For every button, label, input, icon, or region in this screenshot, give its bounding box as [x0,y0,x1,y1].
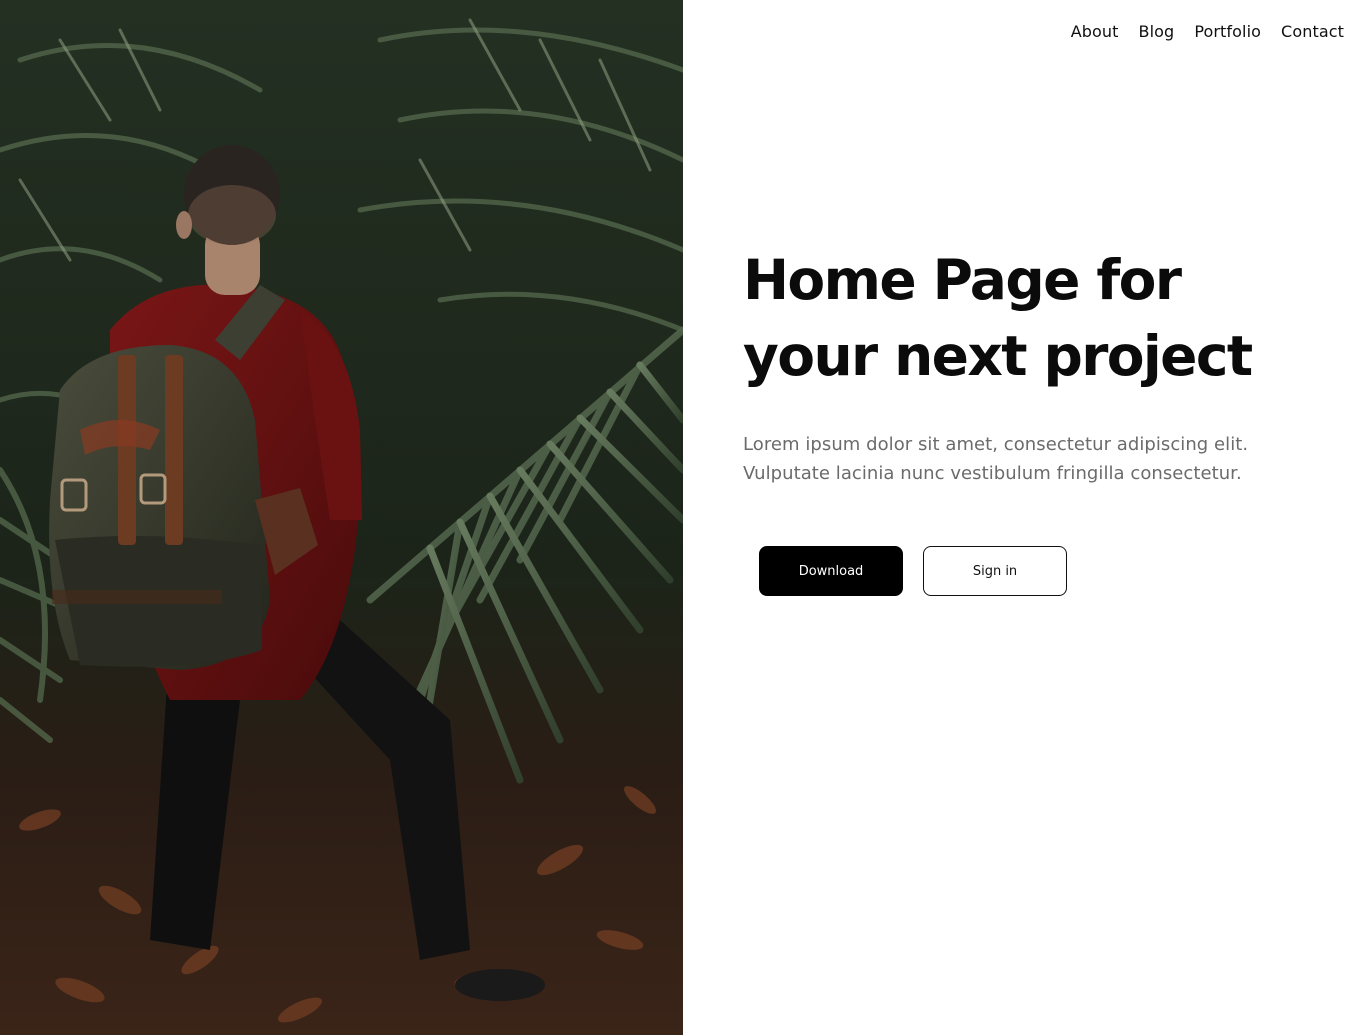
nav-link-about[interactable]: About [1071,22,1119,41]
hero-lead-text: Lorem ipsum dolor sit amet, consectetur … [743,434,1249,484]
hero-content: Home Page for your next project Lorem ip… [743,242,1323,488]
hero-buttons: Download Sign in [759,546,1067,596]
hero-photo [0,0,683,1035]
jungle-hiker-image [0,0,683,1035]
hero-headline: Home Page for your next project [743,248,1253,388]
top-nav: About Blog Portfolio Contact [1071,22,1344,41]
landing-page: About Blog Portfolio Contact Home Page f… [0,0,1366,1035]
download-button[interactable]: Download [759,546,903,596]
sign-in-button[interactable]: Sign in [923,546,1067,596]
nav-link-blog[interactable]: Blog [1139,22,1175,41]
nav-link-contact[interactable]: Contact [1281,22,1344,41]
nav-link-portfolio[interactable]: Portfolio [1194,22,1261,41]
